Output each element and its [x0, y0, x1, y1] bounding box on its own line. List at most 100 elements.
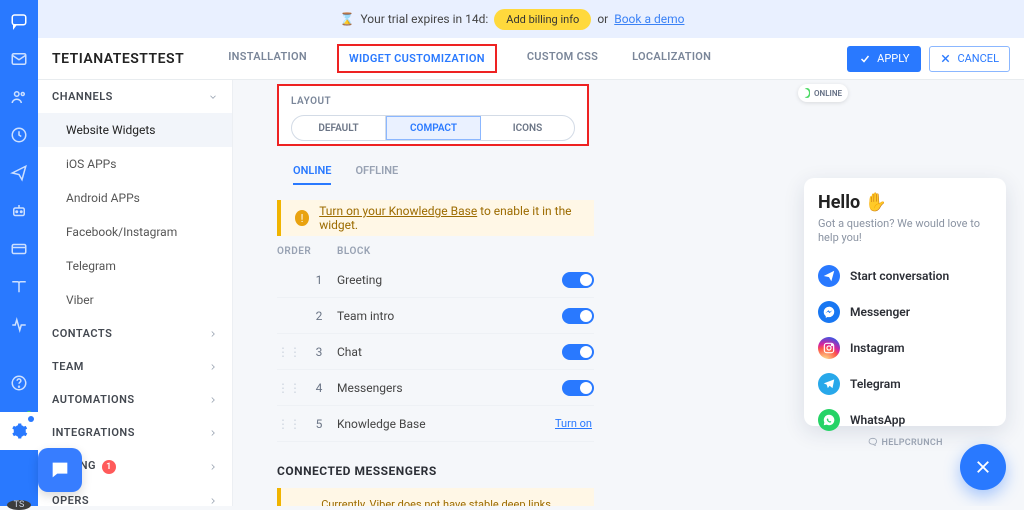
block-row: ⋮⋮ 4Messengers [277, 370, 594, 406]
chevron-right-icon [208, 496, 218, 506]
contacts-icon[interactable] [10, 88, 28, 106]
main-area: LAYOUT DEFAULT COMPACT ICONS ONLINE OFFL… [233, 80, 1024, 506]
block-list: 1Greeting2Team intro⋮⋮3Chat⋮⋮4Messengers… [277, 262, 594, 442]
preview-item-label: Start conversation [850, 269, 949, 283]
sidebar-group-team[interactable]: TEAM [38, 350, 232, 383]
widget-close-fab[interactable] [960, 444, 1006, 490]
preview-item[interactable]: Instagram [818, 330, 992, 366]
card-icon[interactable] [10, 240, 28, 258]
sidebar-item-ios[interactable]: iOS APPs [38, 147, 232, 181]
sidebar-group-integrations[interactable]: INTEGRATIONS [38, 416, 232, 449]
block-turn-on-link[interactable]: Turn on [555, 417, 592, 430]
ig-icon [818, 337, 840, 359]
bot-icon[interactable] [10, 202, 28, 220]
widget-preview: Hello ✋ Got a question? We would love to… [804, 178, 1006, 426]
preview-subtitle: Got a question? We would love to help yo… [818, 217, 992, 246]
block-row: 1Greeting [277, 262, 594, 298]
tabs: INSTALLATION WIDGET CUSTOMIZATION CUSTOM… [224, 44, 715, 73]
sidebar-item-android[interactable]: Android APPs [38, 181, 232, 215]
block-name: Messengers [337, 381, 562, 395]
layout-icons[interactable]: ICONS [481, 116, 574, 140]
trial-or: or [597, 12, 608, 26]
sidebar-item-telegram[interactable]: Telegram [38, 249, 232, 283]
org-name: TETIANATESTTEST [52, 51, 184, 67]
subtabs: ONLINE OFFLINE [293, 164, 398, 185]
subtab-online[interactable]: ONLINE [293, 164, 331, 185]
tab-custom-css[interactable]: CUSTOM CSS [523, 44, 602, 73]
sidebar-item-website-widgets[interactable]: Website Widgets [38, 113, 232, 147]
status-toggle[interactable] [804, 88, 810, 98]
send-icon[interactable] [10, 164, 28, 182]
layout-compact[interactable]: COMPACT [386, 116, 481, 140]
header-bar: TETIANATESTTEST INSTALLATION WIDGET CUST… [38, 38, 1024, 80]
warning-icon: ! [295, 210, 309, 226]
layout-default[interactable]: DEFAULT [292, 116, 386, 140]
apply-button[interactable]: APPLY [847, 46, 921, 72]
preview-title: Hello ✋ [818, 192, 992, 213]
preview-brand: 🗨 HELPCRUNCH [818, 438, 992, 448]
sidebar-group-channels[interactable]: CHANNELS [38, 80, 232, 113]
column-headers: ORDER BLOCK [277, 246, 594, 257]
preview-status-chip[interactable]: ONLINE [798, 84, 848, 102]
block-order: 1 [301, 273, 337, 287]
connected-messengers-header: CONNECTED MESSENGERS [277, 464, 437, 478]
sidebar-item-viber[interactable]: Viber [38, 283, 232, 317]
block-row: ⋮⋮5Knowledge BaseTurn on [277, 406, 594, 442]
help-icon[interactable] [10, 374, 28, 392]
layout-section: LAYOUT DEFAULT COMPACT ICONS [277, 84, 589, 146]
block-row: 2Team intro [277, 298, 594, 334]
block-name: Chat [337, 345, 562, 359]
block-toggle[interactable] [562, 272, 594, 288]
chevron-right-icon [208, 362, 218, 372]
block-order: 4 [301, 381, 337, 395]
sidebar-item-facebook[interactable]: Facebook/Instagram [38, 215, 232, 249]
kb-turn-on-link[interactable]: Turn on your Knowledge Base [319, 204, 477, 218]
preview-item[interactable]: Telegram [818, 366, 992, 402]
drag-handle-icon[interactable]: ⋮⋮ [277, 381, 293, 395]
preview-item[interactable]: Start conversation [818, 258, 992, 294]
hourglass-icon: ⌛ [340, 12, 355, 26]
layout-title: LAYOUT [291, 96, 575, 107]
tg-icon [818, 373, 840, 395]
col-block: BLOCK [337, 246, 371, 257]
tab-widget-customization[interactable]: WIDGET CUSTOMIZATION [337, 44, 497, 73]
preview-item-label: WhatsApp [850, 413, 905, 427]
drag-handle-icon[interactable]: ⋮⋮ [277, 345, 293, 359]
cancel-button[interactable]: CANCEL [929, 46, 1010, 72]
viber-warning: Currently, Viber does not have stable de… [277, 488, 594, 506]
clock-icon[interactable] [10, 126, 28, 144]
block-toggle[interactable] [562, 308, 594, 324]
subtab-offline[interactable]: OFFLINE [355, 164, 398, 185]
layout-segment: DEFAULT COMPACT ICONS [291, 115, 575, 141]
block-toggle[interactable] [562, 344, 594, 360]
kb-notice: ! Turn on your Knowledge Base to enable … [277, 200, 594, 236]
chevron-right-icon [208, 428, 218, 438]
tab-installation[interactable]: INSTALLATION [224, 44, 311, 73]
sidebar-group-contacts[interactable]: CONTACTS [38, 317, 232, 350]
sidebar-group-automations[interactable]: AUTOMATIONS [38, 383, 232, 416]
trial-banner: ⌛ Your trial expires in 14d: Add billing… [0, 0, 1024, 38]
mail-icon[interactable] [10, 50, 28, 68]
user-avatar[interactable]: TS [7, 500, 31, 510]
nav-rail: TS [0, 0, 38, 506]
block-name: Greeting [337, 273, 562, 287]
book-demo-link[interactable]: Book a demo [614, 12, 684, 26]
activity-icon[interactable] [10, 316, 28, 334]
preview-item-label: Messenger [850, 305, 910, 319]
drag-handle-icon[interactable]: ⋮⋮ [277, 417, 293, 431]
settings-button[interactable] [0, 412, 38, 450]
book-icon[interactable] [10, 278, 28, 296]
block-name: Knowledge Base [337, 417, 555, 431]
block-toggle[interactable] [562, 380, 594, 396]
preview-item[interactable]: Messenger [818, 294, 992, 330]
float-chat-button[interactable] [38, 448, 82, 492]
billing-badge: 1 [102, 460, 116, 474]
sidebar: CHANNELS Website Widgets iOS APPs Androi… [38, 80, 233, 506]
chevron-right-icon [208, 462, 218, 472]
tab-localization[interactable]: LOCALIZATION [628, 44, 715, 73]
add-billing-button[interactable]: Add billing info [494, 9, 591, 30]
chat-icon[interactable] [10, 12, 28, 30]
msgr-icon [818, 301, 840, 323]
preview-item[interactable]: WhatsApp [818, 402, 992, 438]
trial-text: Your trial expires in 14d: [360, 12, 488, 26]
